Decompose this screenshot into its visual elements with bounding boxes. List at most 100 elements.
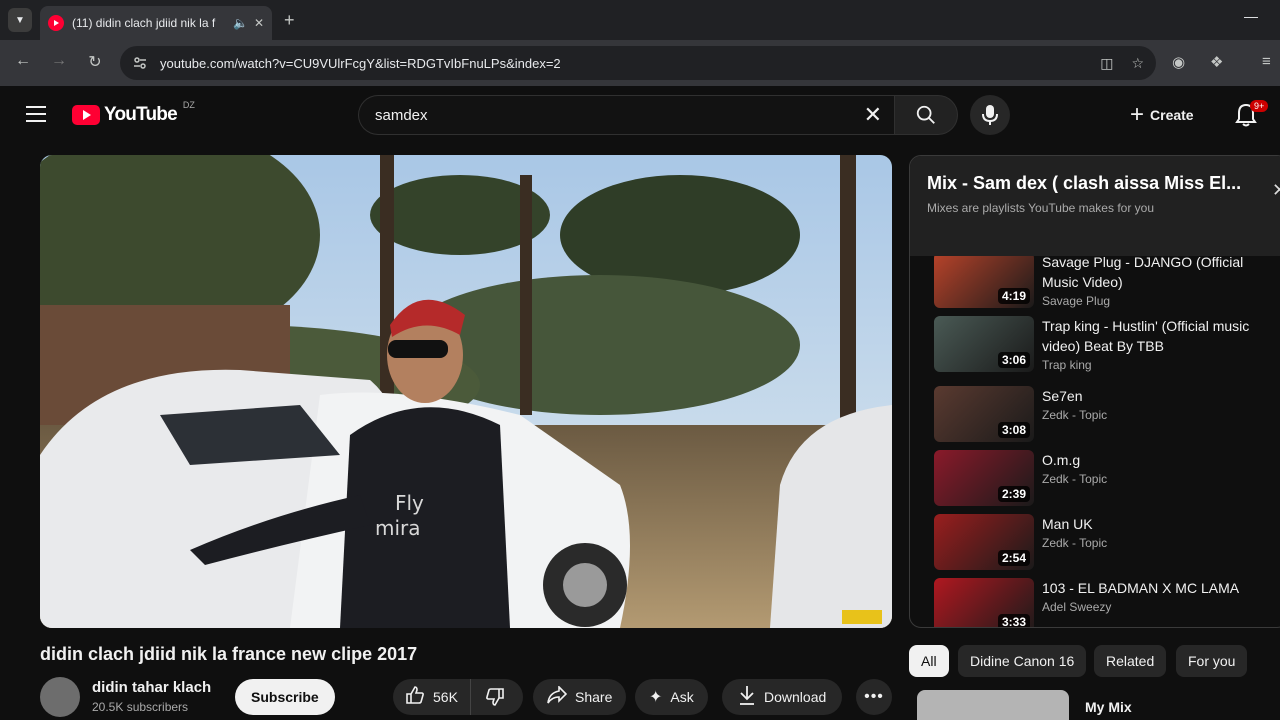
download-label: Download	[764, 689, 827, 705]
more-actions-button[interactable]: •••	[856, 679, 892, 715]
like-count: 56K	[433, 689, 458, 705]
playlist-item-duration: 2:39	[997, 486, 1030, 502]
video-title: didin clach jdiid nik la france new clip…	[40, 644, 418, 664]
playlist-item-duration: 3:08	[997, 422, 1030, 438]
recommendation-title[interactable]: My Mix	[1085, 699, 1132, 715]
channel-name[interactable]: didin tahar klach	[92, 679, 211, 696]
browser-tab-bar: ▼ (11) didin clach jdiid nik la f 🔈 ✕ + …	[0, 0, 1280, 40]
notifications-button[interactable]: 9+	[1234, 100, 1269, 130]
playlist-item-duration: 4:19	[997, 288, 1030, 304]
playlist-item-thumbnail[interactable]: 2:54	[934, 514, 1034, 570]
search-icon	[916, 105, 935, 124]
recommendation-thumbnail[interactable]	[917, 690, 1069, 720]
share-button[interactable]: Share	[533, 679, 627, 715]
browser-toolbar: ← → ↻ youtube.com/watch?v=CU9VUlrFcgY&li…	[0, 40, 1280, 86]
search-button[interactable]	[894, 95, 958, 135]
chip-related[interactable]: Related	[1094, 645, 1167, 677]
tab-search-button[interactable]: ▼	[8, 8, 32, 32]
youtube-logo[interactable]: YouTube DZ	[72, 100, 195, 126]
share-icon	[547, 684, 568, 709]
playlist-item-thumbnail[interactable]: 2:39	[934, 450, 1034, 506]
playlist-item[interactable]: 3:06 Trap king - Hustlin' (Official music…	[934, 316, 1274, 372]
chip-all[interactable]: All	[909, 645, 949, 677]
notification-badge: 9+	[1250, 100, 1269, 112]
playlist-header: Mix - Sam dex ( clash aissa Miss El... M…	[910, 156, 1280, 256]
playlist-item-duration: 2:54	[997, 550, 1030, 566]
back-arrow-icon[interactable]: ←	[12, 52, 34, 70]
playlist-item-title[interactable]: O.m.g	[1042, 450, 1252, 470]
search-input[interactable]: samdex ✕	[358, 95, 894, 135]
incognito-icon[interactable]: ◉	[1172, 53, 1185, 71]
country-code: DZ	[182, 100, 195, 110]
playlist-item-duration: 3:06	[997, 352, 1030, 368]
bookmark-star-icon[interactable]: ☆	[1131, 55, 1144, 72]
playlist-item-channel: Zedk - Topic	[1042, 536, 1108, 550]
browser-tab[interactable]: (11) didin clach jdiid nik la f 🔈 ✕	[40, 6, 272, 40]
playlist-item-title[interactable]: Trap king - Hustlin' (Official music vid…	[1042, 316, 1252, 356]
address-bar[interactable]: youtube.com/watch?v=CU9VUlrFcgY&list=RDG…	[120, 46, 1156, 80]
ask-label: Ask	[670, 689, 694, 705]
speaker-icon[interactable]: 🔈	[233, 16, 248, 30]
clear-search-icon[interactable]: ✕	[864, 102, 882, 128]
playlist-title: Mix - Sam dex ( clash aissa Miss El...	[927, 173, 1242, 193]
playlist-item-channel: Trap king	[1042, 358, 1092, 372]
chevron-down-icon: ▼	[15, 14, 25, 26]
playlist-item-thumbnail[interactable]: 4:19	[934, 252, 1034, 308]
playlist-item-channel: Zedk - Topic	[1042, 408, 1108, 422]
playlist-item-title[interactable]: Savage Plug - DJANGO (Official Music Vid…	[1042, 252, 1252, 292]
new-tab-button[interactable]: +	[284, 10, 295, 31]
thumbs-up-icon	[405, 685, 425, 710]
playlist-item[interactable]: 3:33 103 - EL BADMAN X MC LAMA Adel Sweezy	[934, 578, 1274, 627]
reload-icon[interactable]: ↻	[84, 52, 106, 72]
download-icon	[738, 685, 756, 710]
playlist-item-title[interactable]: 103 - EL BADMAN X MC LAMA	[1042, 578, 1252, 598]
sparkle-icon: ✦	[649, 689, 663, 706]
video-player[interactable]: Fly mira	[40, 155, 892, 628]
search-query: samdex	[375, 106, 428, 124]
youtube-wordmark: YouTube	[104, 104, 178, 125]
subscribe-button[interactable]: Subscribe	[235, 679, 335, 715]
chip-didine-canon-16[interactable]: Didine Canon 16	[958, 645, 1087, 677]
install-app-icon[interactable]: ◫	[1100, 55, 1113, 72]
ask-button[interactable]: ✦ Ask	[635, 679, 708, 715]
forward-arrow-icon[interactable]: →	[48, 52, 70, 70]
playlist-item-thumbnail[interactable]: 3:33	[934, 578, 1034, 627]
subscriber-count: 20.5K subscribers	[92, 700, 189, 714]
create-button[interactable]: + Create	[1118, 95, 1206, 135]
url-text: youtube.com/watch?v=CU9VUlrFcgY&list=RDG…	[160, 55, 561, 71]
playlist-item-duration: 3:33	[997, 614, 1030, 627]
more-horizontal-icon: •••	[864, 688, 884, 705]
playlist-item[interactable]: 3:08 Se7en Zedk - Topic	[934, 386, 1274, 442]
video-frame-image: Fly mira	[40, 155, 892, 628]
svg-text:Fly: Fly	[395, 491, 424, 515]
thumbs-down-icon	[486, 688, 504, 706]
playlist-item-thumbnail[interactable]: 3:08	[934, 386, 1034, 442]
voice-search-button[interactable]	[970, 95, 1010, 135]
like-button[interactable]: 56K	[393, 679, 471, 715]
download-button[interactable]: Download	[722, 679, 843, 715]
playlist-item-channel: Savage Plug	[1042, 294, 1111, 308]
playlist-item-title[interactable]: Se7en	[1042, 386, 1252, 406]
window-minimize-button[interactable]: —	[1244, 8, 1258, 24]
channel-avatar[interactable]	[40, 677, 80, 717]
close-icon[interactable]: ✕	[1272, 180, 1280, 201]
playlist-item[interactable]: 4:19 Savage Plug - DJANGO (Official Music…	[934, 252, 1274, 308]
playlist-item[interactable]: 2:54 Man UK Zedk - Topic	[934, 514, 1274, 570]
playlist-subtitle: Mixes are playlists YouTube makes for yo…	[927, 201, 1154, 215]
menu-icon[interactable]	[26, 106, 46, 122]
playlist-item-title[interactable]: Man UK	[1042, 514, 1252, 534]
extensions-icon[interactable]: ❖	[1210, 53, 1223, 71]
playlist-item-channel: Zedk - Topic	[1042, 472, 1108, 486]
tab-title: (11) didin clach jdiid nik la f	[72, 16, 216, 30]
svg-text:mira: mira	[375, 516, 421, 540]
microphone-icon	[982, 105, 998, 125]
reading-list-icon[interactable]: ≡	[1262, 53, 1271, 70]
playlist-item[interactable]: 2:39 O.m.g Zedk - Topic	[934, 450, 1274, 506]
chip-for-you[interactable]: For you	[1176, 645, 1248, 677]
site-info-icon[interactable]	[132, 55, 148, 71]
playlist-item-thumbnail[interactable]: 3:06	[934, 316, 1034, 372]
youtube-play-icon	[72, 105, 100, 125]
dislike-button[interactable]	[471, 679, 519, 715]
tab-close-icon[interactable]: ✕	[254, 16, 264, 30]
search-bar: samdex ✕	[358, 95, 958, 135]
